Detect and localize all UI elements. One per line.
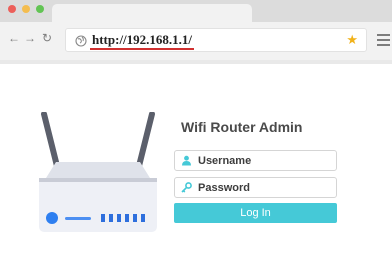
port [125, 214, 129, 222]
login-title: Wifi Router Admin [181, 119, 303, 135]
router-top [46, 162, 150, 178]
url-underline [90, 48, 194, 50]
password-placeholder: Password [198, 182, 250, 194]
address-bar[interactable]: http://192.168.1.1/ ★ [65, 28, 367, 52]
reload-icon[interactable]: ↻ [41, 31, 53, 45]
minimize-window-button[interactable] [22, 5, 30, 13]
username-field[interactable]: Username [174, 150, 337, 171]
back-arrow-icon[interactable]: ← [8, 31, 20, 45]
port [117, 214, 121, 222]
status-bar [65, 217, 91, 220]
close-window-button[interactable] [8, 5, 16, 13]
tab-strip [0, 0, 392, 22]
browser-toolbar: ← → ↻ http://192.168.1.1/ ★ [0, 22, 392, 60]
port [141, 214, 145, 222]
port [101, 214, 105, 222]
login-button[interactable]: Log In [174, 203, 337, 223]
key-icon [181, 182, 192, 193]
url-text[interactable]: http://192.168.1.1/ [92, 32, 192, 48]
password-field[interactable]: Password [174, 177, 337, 198]
maximize-window-button[interactable] [36, 5, 44, 13]
router-body [39, 182, 157, 232]
left-antenna [41, 112, 60, 169]
port [109, 214, 113, 222]
globe-icon [75, 35, 87, 47]
hamburger-menu-icon[interactable] [377, 34, 390, 46]
right-antenna [136, 112, 155, 169]
browser-tab[interactable] [52, 4, 252, 22]
router-illustration [39, 112, 157, 232]
browser-chrome: ← → ↻ http://192.168.1.1/ ★ [0, 0, 392, 64]
bookmark-star-icon[interactable]: ★ [346, 33, 358, 47]
port [133, 214, 137, 222]
user-icon [182, 155, 191, 166]
toolbar-divider [0, 60, 392, 64]
forward-arrow-icon[interactable]: → [24, 31, 36, 45]
username-placeholder: Username [198, 155, 252, 167]
power-led-icon [46, 212, 58, 224]
